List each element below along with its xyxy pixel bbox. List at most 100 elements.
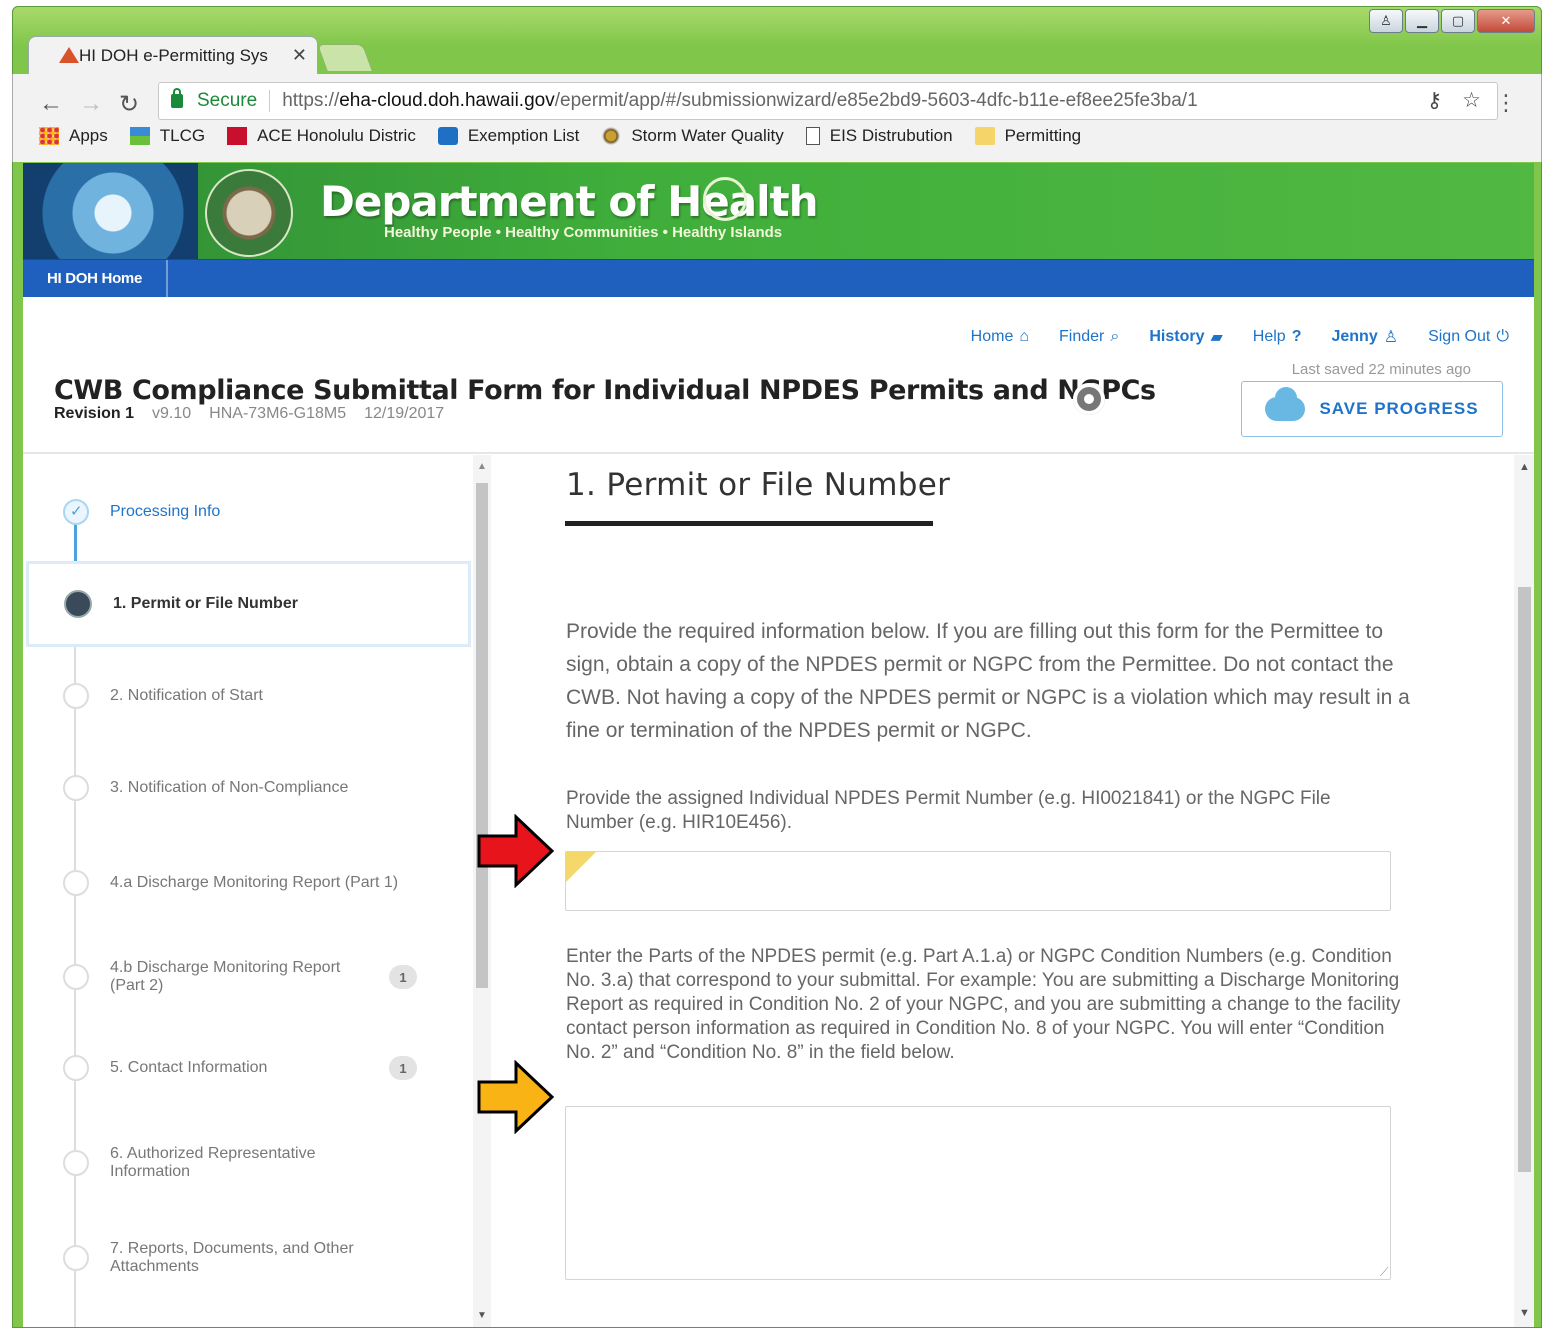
step-complete-icon: [63, 499, 89, 525]
tab-close-icon[interactable]: ✕: [292, 45, 307, 66]
step-authorized-representative[interactable]: 6. Authorized Representative Information: [23, 1143, 468, 1183]
home-icon: ⌂: [1019, 328, 1030, 345]
address-separator: [269, 90, 271, 112]
step-label: 7. Reports, Documents, and Other Attachm…: [110, 1240, 354, 1275]
step-dmr-part-1[interactable]: 4.a Discharge Monitoring Report (Part 1): [23, 863, 468, 903]
form-revision: Revision 1: [54, 405, 135, 422]
nav-sign-out-link[interactable]: Sign Out ⏻: [1428, 327, 1509, 347]
condition-numbers-question: Enter the Parts of the NPDES permit (e.g…: [566, 946, 1401, 1063]
save-progress-button[interactable]: SAVE PROGRESS: [1241, 381, 1503, 437]
address-bar[interactable]: Secure https://eha-cloud.doh.hawaii.gov /…: [158, 82, 1498, 120]
nav-label: Sign Out: [1428, 328, 1491, 345]
bookmark-label: Permitting: [1004, 126, 1082, 145]
step-processing-info[interactable]: Processing Info: [23, 497, 468, 527]
orange-arrow-shape: [477, 1060, 555, 1134]
nav-help-link[interactable]: Help?: [1253, 327, 1302, 347]
tab-title: HI DOH e-Permitting Sys: [79, 45, 268, 65]
section-title: 1. Permit or File Number: [566, 467, 951, 503]
nav-home-link[interactable]: Home ⌂: [971, 327, 1029, 347]
bookmark-storm-water[interactable]: Storm Water Quality: [601, 126, 784, 146]
bookmark-tlcg[interactable]: TLCG: [129, 126, 205, 146]
step-pending-icon: [63, 1055, 89, 1081]
sidebar-scrollbar[interactable]: ▲ ▼: [473, 455, 491, 1327]
nav-history-link[interactable]: History ▰: [1149, 327, 1222, 347]
wizard-step-sidebar: Processing Info 1. Permit or File Number…: [23, 455, 493, 1327]
nav-label: Help: [1252, 328, 1286, 345]
step-label: 4.b Discharge Monitoring Report (Part 2): [110, 959, 341, 994]
bookmark-permitting[interactable]: Permitting: [974, 126, 1082, 146]
settings-gear-icon[interactable]: [1073, 383, 1105, 415]
section-underline: [565, 521, 933, 526]
step-notification-non-compliance[interactable]: 3. Notification of Non-Compliance: [23, 773, 468, 803]
step-contact-information[interactable]: 5. Contact Information 1: [23, 1053, 468, 1083]
bookmark-star-icon[interactable]: ☆: [1462, 88, 1481, 113]
required-field-marker: [566, 852, 596, 882]
browser-tab[interactable]: HI DOH e-Permitting Sys ✕: [28, 36, 318, 74]
health-emblem-icon: [703, 177, 747, 221]
intro-text: Provide the required information below. …: [566, 620, 1410, 742]
orange-arrow-annotation: [477, 1060, 555, 1134]
step-reports-attachments[interactable]: 7. Reports, Documents, and Other Attachm…: [23, 1238, 468, 1278]
bookmark-eis-distribution[interactable]: EIS Distrubution: [805, 126, 953, 146]
nav-finder-link[interactable]: Finder ⌕: [1059, 327, 1119, 347]
step-notification-of-start[interactable]: 2. Notification of Start: [23, 681, 468, 711]
form-meta: Revision 1 v9.10 HNA-73M6-G18M5 12/19/20…: [54, 405, 444, 423]
step-count-badge: 1: [389, 1056, 417, 1080]
maximize-button[interactable]: ▢: [1441, 9, 1475, 33]
bookmark-ace-honolulu[interactable]: ACE Honolulu Distric: [227, 126, 416, 146]
nav-label: History: [1149, 328, 1205, 345]
scroll-down-arrow-icon[interactable]: ▼: [477, 1310, 487, 1321]
nav-label: Home: [970, 328, 1014, 345]
step-label: Processing Info: [110, 503, 221, 520]
step-pending-icon: [63, 964, 89, 990]
nav-user-link[interactable]: Jenny ♙: [1331, 327, 1398, 347]
browser-menu-icon[interactable]: ⋮: [1495, 90, 1517, 116]
help-icon: ?: [1291, 328, 1302, 345]
step-label: 6. Authorized Representative Information: [110, 1145, 316, 1180]
bookmarks-bar: Apps TLCG ACE Honolulu Distric Exemption…: [39, 126, 1081, 146]
lock-icon: [171, 88, 183, 108]
power-icon: ⏻: [1496, 328, 1509, 345]
site-nav-bar: HI DOH Home: [23, 259, 1534, 297]
hi-doh-home-link[interactable]: HI DOH Home: [23, 260, 168, 297]
minimize-button[interactable]: ▁: [1405, 9, 1439, 33]
bookmark-exemption-list[interactable]: Exemption List: [437, 126, 579, 146]
url-path: /epermit/app/#/submissionwizard/e85e2bd9…: [554, 90, 1198, 111]
key-icon[interactable]: ⚷: [1427, 88, 1442, 113]
step-label: 3. Notification of Non-Compliance: [110, 779, 349, 796]
step-permit-file-number[interactable]: 1. Permit or File Number: [26, 561, 471, 647]
new-tab-button[interactable]: [316, 44, 374, 72]
site-banner: Department of Health Healthy People • He…: [23, 163, 1534, 259]
user-switch-button[interactable]: ♙: [1369, 9, 1403, 33]
main-scroll-thumb[interactable]: [1518, 587, 1531, 1172]
secure-label: Secure: [197, 90, 258, 111]
main-scrollbar[interactable]: ▲ ▼: [1514, 455, 1534, 1327]
resize-grip-icon[interactable]: ⟋: [1380, 1265, 1388, 1280]
scroll-down-arrow-icon[interactable]: ▼: [1519, 1307, 1530, 1319]
step-dmr-part-2[interactable]: 4.b Discharge Monitoring Report (Part 2)…: [23, 957, 468, 997]
search-icon: ⌕: [1110, 328, 1120, 345]
state-seal-image: [205, 169, 293, 257]
sidebar-scroll-thumb[interactable]: [476, 483, 488, 988]
form-title: CWB Compliance Submittal Form for Indivi…: [54, 375, 1156, 406]
header-divider: [23, 452, 1534, 454]
permit-number-input[interactable]: [565, 851, 1391, 911]
reload-icon[interactable]: ↻: [119, 90, 139, 119]
permit-number-question: Provide the assigned Individual NPDES Pe…: [566, 788, 1331, 833]
doh-favicon-icon: [59, 47, 79, 63]
scroll-up-arrow-icon[interactable]: ▲: [1519, 461, 1530, 473]
wave-logo-image: [23, 163, 198, 259]
back-arrow-icon[interactable]: ←: [39, 90, 63, 118]
forward-arrow-icon[interactable]: →: [79, 90, 103, 118]
step-count-badge: 1: [389, 965, 417, 989]
form-version: v9.10: [152, 405, 192, 422]
bookmark-label: Storm Water Quality: [631, 126, 784, 145]
storm-water-icon: [601, 127, 622, 145]
scroll-up-arrow-icon[interactable]: ▲: [477, 461, 487, 472]
bookmark-apps[interactable]: Apps: [39, 126, 108, 146]
sharepoint-icon: [437, 127, 458, 145]
close-window-button[interactable]: ✕: [1477, 9, 1535, 33]
condition-numbers-textarea[interactable]: [565, 1106, 1391, 1280]
nav-label: Jenny: [1331, 328, 1378, 345]
folder-icon: [974, 127, 995, 145]
